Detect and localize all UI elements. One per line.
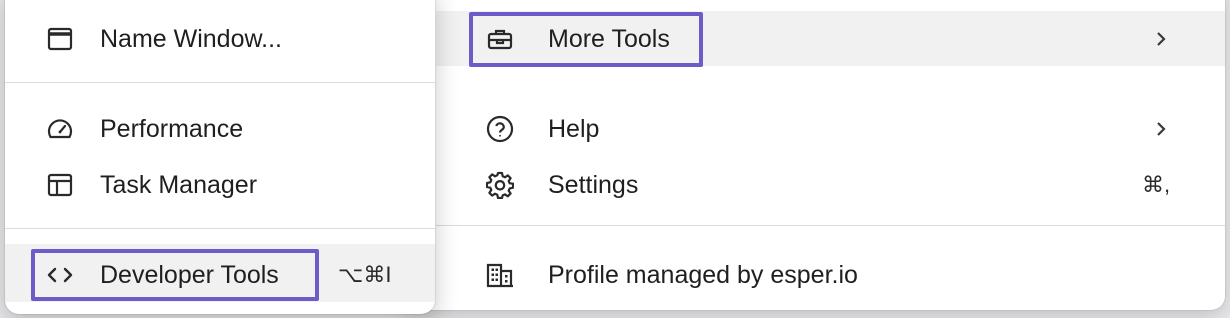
menu-item-label: Name Window...: [100, 25, 283, 53]
menu-item-label: Performance: [100, 115, 244, 143]
menu-item-help[interactable]: Help: [436, 109, 1225, 149]
keyboard-shortcut: ⌥⌘I: [338, 262, 392, 287]
menu-item-label: Task Manager: [100, 171, 258, 199]
window-icon: [46, 25, 74, 53]
focus-outline: [469, 12, 703, 67]
menu-item-label: Profile managed by esper.io: [548, 261, 858, 289]
submenu-item-performance[interactable]: Performance: [5, 109, 435, 149]
menu-stage: More Tools Help Settings ⌘, Profile mana…: [0, 0, 1230, 318]
main-menu-separator: [436, 225, 1225, 226]
submenu-item-name-window[interactable]: Name Window...: [5, 19, 435, 59]
gauge-icon: [46, 115, 74, 143]
menu-item-label: Settings: [548, 171, 639, 199]
focus-outline: [31, 249, 319, 301]
submenu-item-task-manager[interactable]: Task Manager: [5, 165, 435, 205]
gear-icon: [486, 171, 514, 199]
help-icon: [486, 115, 514, 143]
menu-item-label: Help: [548, 115, 600, 143]
submenu-separator: [5, 228, 435, 229]
keyboard-shortcut: ⌘,: [1142, 172, 1171, 197]
submenu-separator: [5, 82, 435, 83]
menu-item-managed-profile[interactable]: Profile managed by esper.io: [436, 255, 1225, 295]
menu-item-settings[interactable]: Settings ⌘,: [436, 165, 1225, 205]
chevron-right-icon: [1152, 109, 1170, 149]
task-manager-icon: [46, 171, 74, 199]
chevron-right-icon: [1152, 19, 1170, 59]
building-icon: [486, 261, 514, 289]
